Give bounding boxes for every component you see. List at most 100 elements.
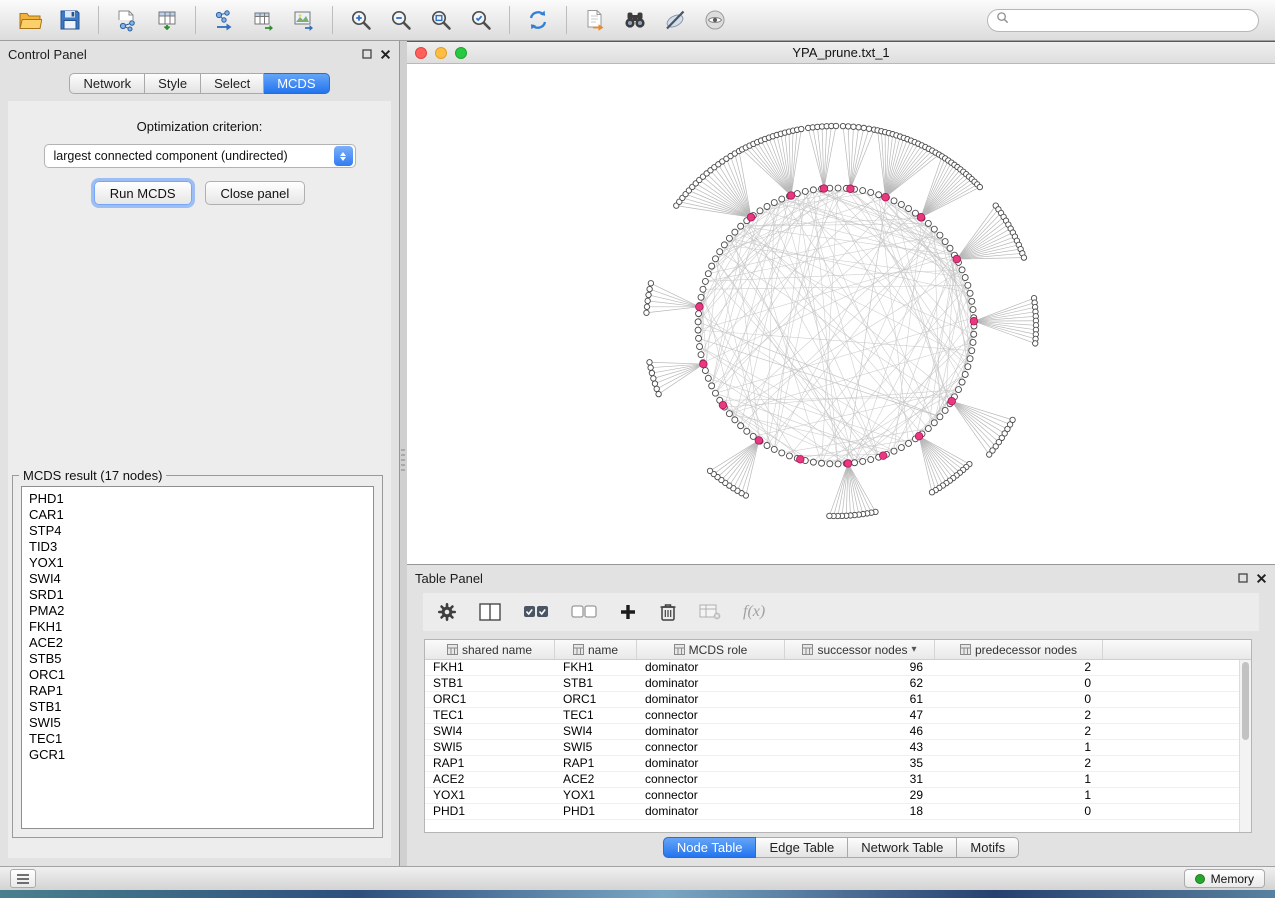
memory-button[interactable]: Memory [1184,869,1265,888]
task-history-icon[interactable] [10,869,36,888]
select-all-icon[interactable] [523,605,549,619]
table-row-ORC1[interactable]: ORC1ORC1dominator610 [425,692,1239,708]
table-row-PHD1[interactable]: PHD1PHD1dominator180 [425,804,1239,820]
tab-motifs[interactable]: Motifs [957,837,1019,858]
mcds-result-item[interactable]: GCR1 [29,747,373,763]
table-body: FKH1FKH1dominator962STB1STB1dominator620… [425,660,1239,832]
mcds-result-list[interactable]: PHD1CAR1STP4TID3YOX1SWI4SRD1PMA2FKH1ACE2… [21,486,374,829]
close-panel-icon[interactable] [1256,573,1267,584]
memory-label: Memory [1211,872,1254,886]
cell: dominator [637,676,785,691]
deselect-all-icon[interactable] [571,605,597,619]
export-image-icon[interactable] [284,3,324,37]
status-bar: Memory [0,866,1275,890]
mcds-result-item[interactable]: SWI4 [29,571,373,587]
table-row-FKH1[interactable]: FKH1FKH1dominator962 [425,660,1239,676]
cell: 31 [785,772,935,787]
cell: 46 [785,724,935,739]
export-network-icon[interactable] [204,3,244,37]
find-binoculars-icon[interactable] [615,3,655,37]
float-panel-icon[interactable] [362,49,372,59]
mcds-result-item[interactable]: STB5 [29,651,373,667]
tab-style[interactable]: Style [145,73,201,94]
table-header-row: shared namenameMCDS rolesuccessor nodes▾… [425,640,1251,660]
import-network-icon[interactable] [107,3,147,37]
mcds-result-item[interactable]: PHD1 [29,491,373,507]
mcds-result-item[interactable]: CAR1 [29,507,373,523]
tab-network-table[interactable]: Network Table [848,837,957,858]
refresh-icon[interactable] [518,3,558,37]
column-header-MCDS-role[interactable]: MCDS role [637,640,785,659]
zoom-fit-icon[interactable] [421,3,461,37]
cell: dominator [637,724,785,739]
cell: TEC1 [555,708,637,723]
tab-network[interactable]: Network [69,73,145,94]
mcds-result-item[interactable]: STP4 [29,523,373,539]
table-row-ACE2[interactable]: ACE2ACE2connector311 [425,772,1239,788]
function-builder-icon: f(x) [743,603,765,621]
float-panel-icon[interactable] [1238,573,1248,583]
network-window-titlebar[interactable]: YPA_prune.txt_1 [407,42,1275,64]
cell: connector [637,772,785,787]
graphics-details-icon[interactable] [655,3,695,37]
birdseye-view-icon[interactable] [695,3,735,37]
mcds-result-item[interactable]: SWI5 [29,715,373,731]
mcds-result-item[interactable]: SRD1 [29,587,373,603]
table-scrollbar[interactable] [1239,660,1251,832]
mcds-result-item[interactable]: ACE2 [29,635,373,651]
add-row-icon[interactable] [619,603,637,621]
export-table-icon[interactable] [244,3,284,37]
table-row-YOX1[interactable]: YOX1YOX1connector291 [425,788,1239,804]
mcds-result-item[interactable]: FKH1 [29,619,373,635]
search-box[interactable] [987,9,1259,32]
table-row-SWI4[interactable]: SWI4SWI4dominator462 [425,724,1239,740]
open-folder-icon[interactable] [10,3,50,37]
tab-mcds[interactable]: MCDS [264,73,329,94]
run-mcds-button[interactable]: Run MCDS [94,181,192,205]
column-header-predecessor-nodes[interactable]: predecessor nodes [935,640,1103,659]
delete-row-icon[interactable] [659,602,677,622]
cell: RAP1 [555,756,637,771]
import-table-icon[interactable] [147,3,187,37]
mcds-result-item[interactable]: ORC1 [29,667,373,683]
mcds-result-item[interactable]: YOX1 [29,555,373,571]
save-icon[interactable] [50,3,90,37]
close-panel-button[interactable]: Close panel [205,181,306,205]
table-row-TEC1[interactable]: TEC1TEC1connector472 [425,708,1239,724]
cell: 35 [785,756,935,771]
search-input[interactable] [1014,13,1250,27]
tab-node-table[interactable]: Node Table [663,837,757,858]
table-row-RAP1[interactable]: RAP1RAP1dominator352 [425,756,1239,772]
clone-network-icon[interactable] [575,3,615,37]
toolbar-separator [509,6,510,34]
mcds-result-item[interactable]: PMA2 [29,603,373,619]
zoom-in-icon[interactable] [341,3,381,37]
table-row-SWI5[interactable]: SWI5SWI5connector431 [425,740,1239,756]
column-header-shared-name[interactable]: shared name [425,640,555,659]
network-canvas[interactable] [407,64,1275,565]
column-header-name[interactable]: name [555,640,637,659]
mcds-result-item[interactable]: TID3 [29,539,373,555]
zoom-selected-icon[interactable] [461,3,501,37]
mcds-result-item[interactable]: RAP1 [29,683,373,699]
table-panel: Table Panel [407,564,1275,866]
tab-select[interactable]: Select [201,73,264,94]
mcds-result-item[interactable]: TEC1 [29,731,373,747]
mcds-result-item[interactable]: STB1 [29,699,373,715]
zoom-out-icon[interactable] [381,3,421,37]
scrollbar-thumb[interactable] [1242,662,1249,740]
column-header-successor-nodes[interactable]: successor nodes▾ [785,640,935,659]
criterion-select[interactable]: largest connected component (undirected) [44,144,356,168]
settings-gear-icon[interactable] [437,602,457,622]
cell: PHD1 [425,804,555,819]
cell: 2 [935,724,1103,739]
cell: 18 [785,804,935,819]
close-panel-icon[interactable] [380,49,391,60]
show-column-icon[interactable] [479,603,501,621]
column-header-filler [1103,640,1251,659]
cell: 61 [785,692,935,707]
panel-splitter[interactable] [400,41,407,866]
select-stepper-icon [334,146,353,166]
table-row-STB1[interactable]: STB1STB1dominator620 [425,676,1239,692]
tab-edge-table[interactable]: Edge Table [756,837,848,858]
